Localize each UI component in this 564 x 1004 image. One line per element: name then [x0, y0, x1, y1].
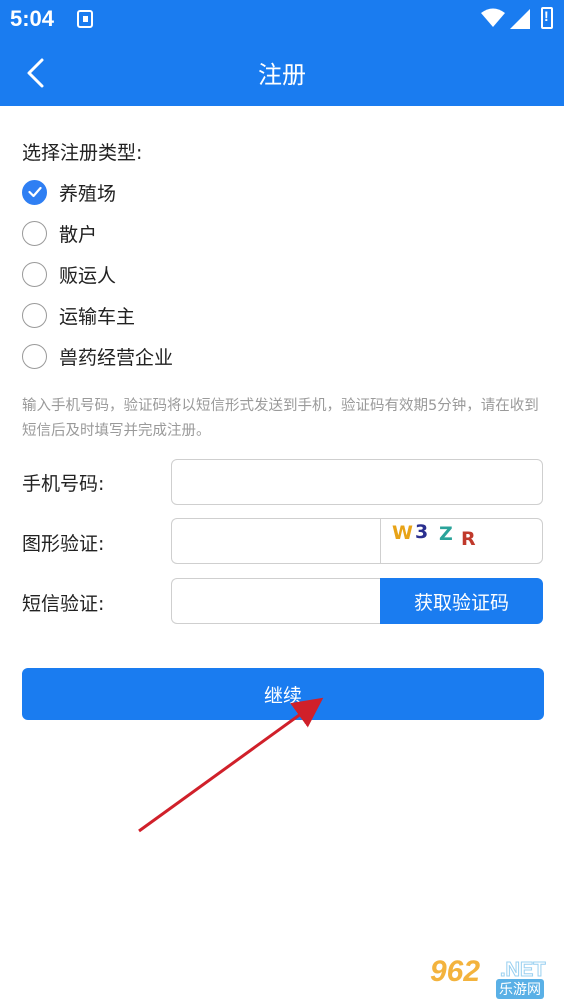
radio-option-farm[interactable]: 养殖场	[22, 177, 116, 207]
radio-label: 养殖场	[59, 182, 117, 205]
phone-label: 手机号码:	[22, 473, 105, 495]
captcha-char: W	[392, 522, 413, 544]
radio-option-trader[interactable]: 贩运人	[22, 259, 116, 289]
phone-input[interactable]	[171, 459, 543, 505]
get-code-button[interactable]: 获取验证码	[380, 578, 543, 624]
radio-label: 贩运人	[59, 264, 117, 287]
captcha-char: R	[461, 528, 476, 550]
radio-unchecked-icon	[22, 220, 47, 246]
battery-icon	[541, 7, 553, 29]
register-type-label: 选择注册类型:	[22, 142, 143, 164]
watermark-cn: 乐游网	[496, 979, 544, 999]
watermark-brand: 962	[430, 955, 481, 988]
page-title: 注册	[258, 61, 306, 89]
signal-icon	[510, 9, 530, 29]
sms-code-input[interactable]	[171, 578, 381, 624]
radio-option-vet-drug[interactable]: 兽药经营企业	[22, 341, 173, 371]
radio-option-retail[interactable]: 散户	[22, 218, 97, 248]
radio-unchecked-icon	[22, 261, 47, 287]
status-time: 5:04	[10, 6, 55, 31]
radio-label: 运输车主	[59, 305, 136, 328]
watermark-logo: 962 .NET 乐游网	[422, 955, 562, 999]
radio-checked-icon	[22, 179, 47, 205]
radio-label: 兽药经营企业	[59, 346, 174, 369]
sms-hint-text: 输入手机号码，验证码将以短信形式发送到手机，验证码有效期5分钟，请在收到短信后及…	[22, 398, 539, 439]
continue-button[interactable]: 继续	[22, 668, 544, 720]
captcha-char: Z	[439, 523, 453, 545]
status-bar: 5:04	[0, 0, 564, 40]
sms-label: 短信验证:	[22, 593, 105, 615]
radio-unchecked-icon	[22, 343, 47, 369]
radio-option-transport[interactable]: 运输车主	[22, 300, 135, 330]
top-app-bar: 5:04 注册	[0, 0, 564, 106]
captcha-label: 图形验证:	[22, 533, 105, 555]
radio-unchecked-icon	[22, 302, 47, 328]
captcha-image[interactable]: W 3 Z R	[380, 518, 543, 564]
notification-icon	[77, 10, 93, 28]
wifi-icon	[481, 8, 505, 27]
captcha-char: 3	[415, 521, 429, 543]
radio-label: 散户	[59, 223, 98, 246]
captcha-input[interactable]	[171, 518, 381, 564]
